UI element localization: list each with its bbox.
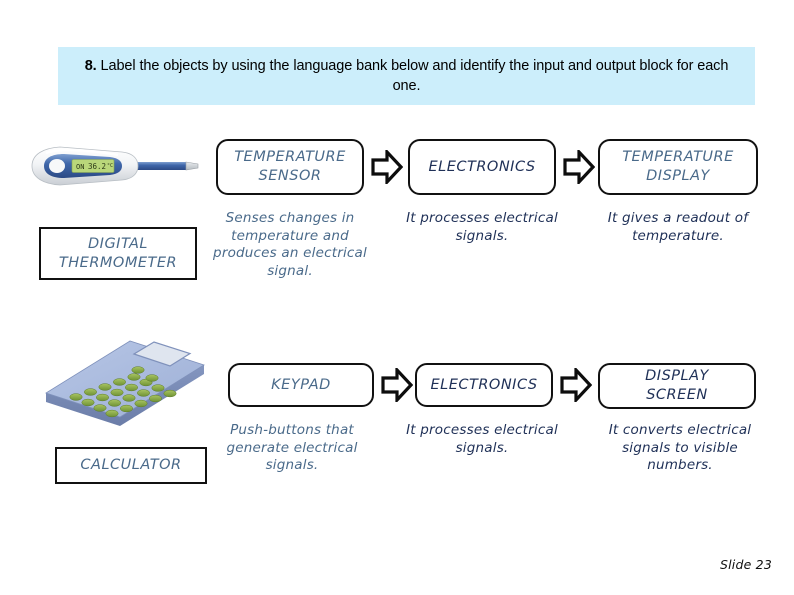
block-electronics-row1: ELECTRONICS [408, 139, 556, 195]
svg-text:36.2: 36.2 [88, 162, 106, 171]
description-electronics-row2: It processes electrical signals. [406, 422, 558, 456]
question-number: 8. [84, 58, 97, 74]
svg-text:ON: ON [76, 163, 84, 171]
block-arrow-right-icon [381, 365, 414, 405]
description-electronics-row1: It processes electrical signals. [406, 210, 558, 244]
block-electronics-row2: ELECTRONICS [415, 363, 553, 407]
description-keypad: Push-buttons that generate electrical si… [226, 422, 358, 474]
block-title-line1: ELECTRONICS [430, 376, 538, 393]
block-title-line1: TEMPERATURE [234, 149, 346, 166]
block-temperature-sensor: TEMPERATURE SENSOR [216, 139, 364, 195]
block-title-line1: ELECTRONICS [428, 158, 536, 175]
calculator-image [38, 334, 208, 432]
device-label-line2: THERMOMETER [58, 254, 178, 271]
block-arrow-right-icon [563, 147, 596, 187]
description-temperature-sensor: Senses changes in temperature and produc… [213, 210, 367, 279]
block-title-line2: SENSOR [258, 168, 322, 184]
device-label-calculator: CALCULATOR [55, 447, 207, 484]
instruction-banner: 8. Label the objects by using the langua… [58, 47, 755, 105]
svg-text:°C: °C [107, 163, 113, 169]
block-display-screen: DISPLAY SCREEN [598, 363, 756, 409]
device-label-line1: CALCULATOR [80, 457, 182, 474]
question-text: Label the objects by using the language … [96, 58, 729, 94]
description-display-screen: It converts electrical signals to visibl… [608, 422, 752, 474]
block-arrow-right-icon [371, 147, 404, 187]
instruction-text: 8. Label the objects by using the langua… [76, 56, 737, 96]
device-label-digital-thermometer: DIGITAL THERMOMETER [39, 227, 197, 280]
block-title-line2: SCREEN [646, 387, 708, 403]
block-title-line1: DISPLAY [645, 368, 709, 385]
block-arrow-right-icon [560, 365, 593, 405]
description-temperature-display: It gives a readout of temperature. [607, 210, 749, 244]
block-title-line2: DISPLAY [646, 168, 710, 184]
block-keypad: KEYPAD [228, 363, 374, 407]
block-title-line1: TEMPERATURE [622, 149, 734, 166]
digital-thermometer-image: ON 36.2 °C [26, 136, 204, 198]
device-label-line1: DIGITAL [88, 235, 148, 252]
block-title-line1: KEYPAD [271, 376, 331, 393]
block-temperature-display: TEMPERATURE DISPLAY [598, 139, 758, 195]
slide-number: Slide 23 [720, 557, 772, 572]
